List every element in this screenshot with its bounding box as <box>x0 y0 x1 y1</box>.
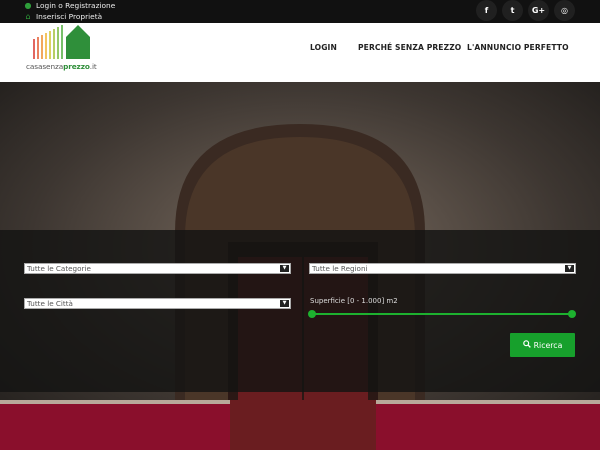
logo-text-part-3: .it <box>89 62 97 71</box>
category-select-value: Tutte le Categorie <box>27 264 91 273</box>
chevron-down-icon: ▼ <box>280 265 289 272</box>
insert-property-link[interactable]: ⌂ Inserisci Proprietà <box>24 12 102 21</box>
city-select-value: Tutte le Città <box>27 299 73 308</box>
city-select[interactable]: Tutte le Città ▼ <box>24 298 291 309</box>
chevron-down-icon: ▼ <box>565 265 574 272</box>
area-range-track[interactable] <box>312 313 572 315</box>
logo-text[interactable]: casasenzaprezzo.it <box>26 62 97 71</box>
home-icon: ⌂ <box>25 12 31 21</box>
area-range-label: Superficie [0 - 1.000] m2 <box>310 297 398 305</box>
facebook-button[interactable]: f <box>476 0 497 21</box>
logo-text-part-1: casasenza <box>26 62 64 71</box>
search-button-label: Ricerca <box>533 340 563 350</box>
top-bar: ● Login o Registrazione ⌂ Inserisci Prop… <box>0 0 600 23</box>
twitter-icon: t <box>510 6 515 15</box>
category-select[interactable]: Tutte le Categorie ▼ <box>24 263 291 274</box>
insert-property-label: Inserisci Proprietà <box>36 12 103 21</box>
region-select[interactable]: Tutte le Regioni ▼ <box>309 263 576 274</box>
search-button[interactable]: Ricerca <box>510 333 575 357</box>
chevron-down-icon: ▼ <box>280 300 289 307</box>
instagram-icon: ◎ <box>561 6 568 15</box>
site-header: casasenzaprezzo.it LOGIN PERCHÉ SENZA PR… <box>0 23 600 82</box>
twitter-button[interactable]: t <box>502 0 523 21</box>
instagram-button[interactable]: ◎ <box>554 0 575 21</box>
area-range-max-handle[interactable] <box>568 310 576 318</box>
region-select-value: Tutte le Regioni <box>312 264 368 273</box>
google-plus-button[interactable]: G+ <box>528 0 549 21</box>
login-label: Login o Registrazione <box>36 1 116 10</box>
logo-text-part-2: prezzo <box>63 62 90 71</box>
logo-graphic <box>33 25 90 59</box>
login-link[interactable]: ● Login o Registrazione <box>24 1 116 10</box>
nav-why-no-price[interactable]: PERCHÉ SENZA PREZZO <box>358 43 461 52</box>
user-icon: ● <box>24 1 32 10</box>
search-icon <box>522 340 531 350</box>
nav-login[interactable]: LOGIN <box>310 43 337 52</box>
facebook-icon: f <box>484 6 489 15</box>
area-range-min-handle[interactable] <box>308 310 316 318</box>
nav-perfect-listing[interactable]: L'ANNUNCIO PERFETTO <box>467 43 569 52</box>
google-plus-icon: G+ <box>531 6 546 15</box>
search-panel <box>0 230 600 392</box>
